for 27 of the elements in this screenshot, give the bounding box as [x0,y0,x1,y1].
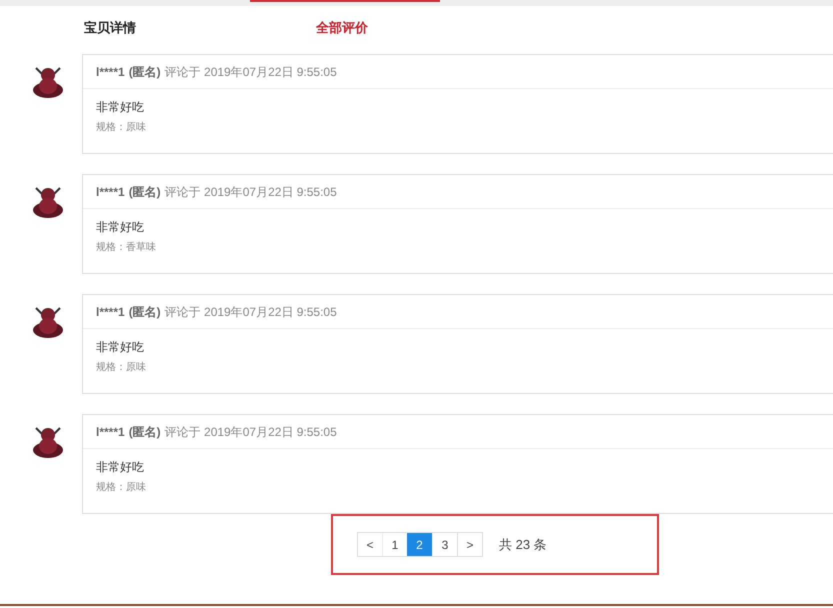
tab[interactable]: 宝贝详情 [60,0,250,46]
review-time: 评论于 2019年07月22日 9:55:05 [164,64,337,80]
prev-page-button[interactable]: < [358,533,382,556]
spec-text: 规格：原味 [96,120,147,135]
user-name: l****1 [96,424,125,440]
review-text: 非常好吃 [96,219,145,236]
user-name: l****1 [96,304,125,320]
review-text: 非常好吃 [96,99,145,116]
review-time: 评论于 2019年07月22日 9:55:05 [164,424,337,440]
anonymous-label: (匿名) [128,184,161,200]
spec-text: 规格：原味 [96,360,147,375]
anonymous-label: (匿名) [128,304,161,320]
review-time: 评论于 2019年07月22日 9:55:05 [164,304,337,320]
tab[interactable]: 全部评价 [250,0,440,46]
page-button[interactable]: 2 [407,533,432,556]
total-count: 共 23 条 [499,536,547,554]
anonymous-label: (匿名) [128,64,161,80]
user-name: l****1 [96,64,125,80]
next-page-button[interactable]: > [457,533,482,556]
page-button[interactable]: 3 [432,533,457,556]
review-time: 评论于 2019年07月22日 9:55:05 [164,184,337,200]
review-text: 非常好吃 [96,339,145,356]
spec-text: 规格：香草味 [96,240,157,255]
spec-text: 规格：原味 [96,480,147,495]
anonymous-label: (匿名) [128,424,161,440]
user-name: l****1 [96,184,125,200]
review-text: 非常好吃 [96,459,145,476]
